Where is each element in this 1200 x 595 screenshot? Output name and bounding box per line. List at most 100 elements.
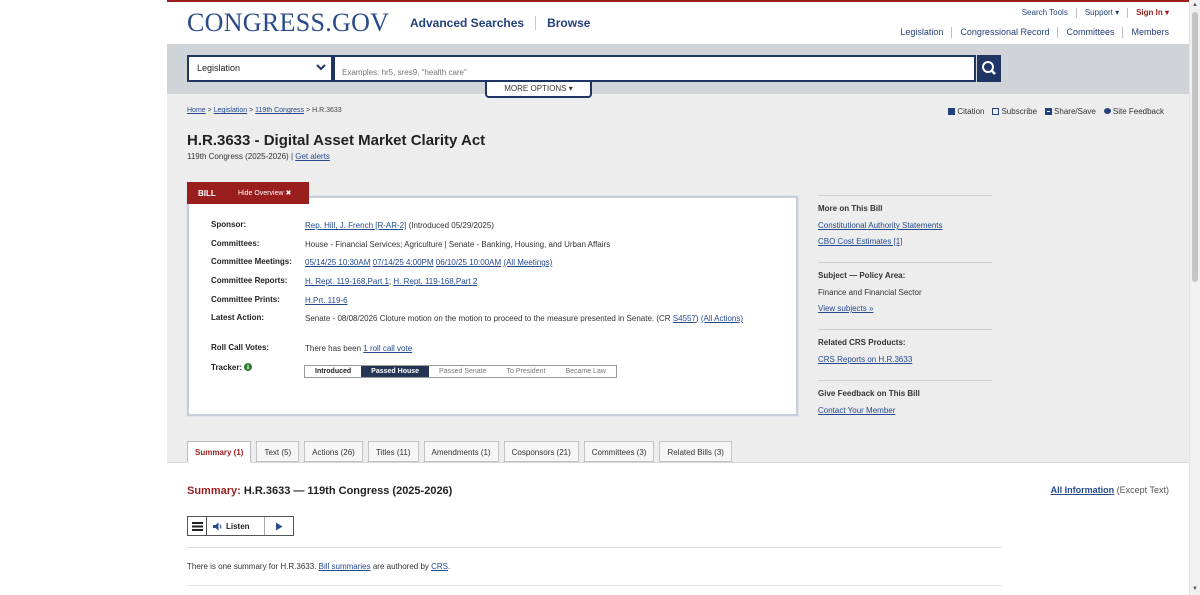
collection-select[interactable]: Legislation: [187, 55, 333, 82]
chevron-down-icon: [316, 64, 326, 71]
meeting-link[interactable]: 05/14/25 10:30AM: [305, 258, 370, 267]
sponsor-link[interactable]: Rep. Hill, J. French [R-AR-2]: [305, 221, 406, 230]
bill-tracker: Introduced Passed House Passed Senate To…: [304, 365, 617, 378]
scrollbar[interactable]: ▲ ▼: [1189, 0, 1200, 595]
breadcrumb-congress[interactable]: 119th Congress: [255, 107, 304, 114]
except-text-label: (Except Text): [1114, 485, 1169, 495]
latest-action-text: Senate - 08/08/2026 Cloture motion on th…: [305, 314, 673, 323]
all-info-block: All Information (Except Text): [1051, 485, 1169, 495]
tab-committees[interactable]: Committees (3): [583, 441, 655, 462]
summary-note-b: are authored by: [370, 562, 432, 571]
rail-divider: [818, 262, 992, 263]
citation-tool[interactable]: Citation: [948, 107, 984, 116]
all-information-link[interactable]: All Information: [1051, 485, 1115, 495]
speaker-icon: [213, 522, 222, 530]
bill-subtitle: 119th Congress (2025-2026) | Get alerts: [187, 152, 330, 161]
summary-note: There is one summary for H.R.3633. Bill …: [187, 562, 450, 571]
utility-nav: Search Tools Support ▾ Sign In ▾: [1014, 8, 1169, 18]
top-accent-line: [167, 0, 1189, 2]
committees-row: Committees: House - Financial Services; …: [211, 239, 755, 250]
latest-action-value: Senate - 08/08/2026 Cloture motion on th…: [305, 313, 750, 324]
subject-heading: Subject — Policy Area:: [818, 271, 906, 280]
nav-support[interactable]: Support ▾: [1075, 8, 1127, 18]
scroll-up-icon[interactable]: ▲: [1192, 1, 1198, 9]
nav-congressional-record[interactable]: Congressional Record: [951, 27, 1057, 38]
meeting-link[interactable]: 06/10/25 10:00AM: [436, 258, 501, 267]
nav-legislation[interactable]: Legislation: [892, 27, 951, 38]
all-meetings-link[interactable]: (All Meetings): [503, 258, 552, 267]
cr-link[interactable]: S4557: [673, 314, 696, 323]
report-link[interactable]: H. Rept. 119-168,Part 2: [393, 277, 477, 286]
nav-advanced-searches[interactable]: Advanced Searches: [410, 16, 535, 30]
page: CONGRESS.GOV Advanced Searches Browse Se…: [167, 0, 1189, 595]
breadcrumb-legislation[interactable]: Legislation: [214, 107, 247, 114]
content-tabs: Summary (1) Text (5) Actions (26) Titles…: [187, 441, 737, 463]
tab-text[interactable]: Text (5): [256, 441, 300, 462]
subscribe-tool[interactable]: Subscribe: [992, 107, 1037, 116]
site-feedback-tool[interactable]: Site Feedback: [1103, 107, 1164, 116]
roll-call-text: There has been: [305, 344, 364, 353]
reports-row: Committee Reports: H. Rept. 119-168,Part…: [211, 276, 755, 287]
share-save-tool[interactable]: Share/Save: [1045, 107, 1096, 116]
tracker-label-wrap: Tracker:: [211, 363, 305, 372]
section-nav: Legislation Congressional Record Committ…: [892, 27, 1169, 38]
meeting-link[interactable]: 07/14/25 4:00PM: [373, 258, 434, 267]
prints-label: Committee Prints:: [211, 295, 280, 304]
more-options-button[interactable]: MORE OPTIONS ▾: [485, 82, 592, 98]
reports-sep: ;: [388, 277, 392, 286]
listen-button[interactable]: Listen: [207, 517, 265, 535]
tab-summary[interactable]: Summary (1): [187, 441, 252, 463]
overview-tab: BILL Hide Overview ✖: [187, 182, 309, 204]
play-icon: [276, 522, 283, 530]
tracker-row: Tracker:: [211, 363, 305, 372]
breadcrumb-current: H.R.3633: [312, 107, 342, 114]
bill-summaries-link[interactable]: Bill summaries: [319, 562, 371, 571]
tab-cosponsors[interactable]: Cosponsors (21): [503, 441, 579, 462]
cbo-cost-link[interactable]: CBO Cost Estimates [1]: [818, 237, 902, 246]
nav-committees[interactable]: Committees: [1057, 27, 1122, 38]
view-subjects-link[interactable]: View subjects »: [818, 304, 873, 313]
nav-sign-in[interactable]: Sign In ▾: [1127, 8, 1169, 18]
site-feedback-label: Site Feedback: [1112, 107, 1164, 116]
crs-link[interactable]: CRS: [431, 562, 448, 571]
tracker-step-introduced: Introduced: [315, 368, 352, 375]
tab-titles[interactable]: Titles (11): [367, 441, 419, 462]
tab-related-bills[interactable]: Related Bills (3): [659, 441, 732, 462]
constitutional-authority-link[interactable]: Constitutional Authority Statements: [818, 221, 943, 230]
citation-label: Citation: [957, 107, 985, 116]
sponsor-label: Sponsor:: [211, 220, 247, 229]
tab-amendments[interactable]: Amendments (1): [423, 441, 499, 462]
sponsor-row: Sponsor: Rep. Hill, J. French [R-AR-2] (…: [211, 220, 755, 231]
all-actions-link[interactable]: (All Actions): [701, 314, 743, 323]
tab-actions[interactable]: Actions (26): [304, 441, 363, 462]
more-on-bill-heading: More on This Bill: [818, 204, 883, 213]
rail-divider: [818, 380, 992, 381]
player-menu-button[interactable]: [188, 517, 207, 535]
reports-label: Committee Reports:: [211, 276, 288, 285]
summary-heading-text: H.R.3633 — 119th Congress (2025-2026): [240, 485, 453, 497]
scrollbar-thumb[interactable]: [1192, 12, 1198, 282]
search-button[interactable]: [977, 55, 1001, 82]
get-alerts-link[interactable]: Get alerts: [295, 152, 330, 161]
meetings-row: Committee Meetings: 05/14/25 10:30AM 07/…: [211, 257, 755, 268]
summary-heading: Summary: H.R.3633 — 119th Congress (2025…: [187, 485, 452, 497]
roll-call-link[interactable]: 1 roll call vote: [363, 344, 412, 353]
nav-members[interactable]: Members: [1122, 27, 1169, 38]
scroll-down-icon[interactable]: ▼: [1192, 585, 1198, 593]
print-link[interactable]: H.Prt. 119-6: [305, 296, 348, 305]
site-logo[interactable]: CONGRESS.GOV: [187, 8, 389, 38]
report-link[interactable]: H. Rept. 119-168,Part 1: [305, 277, 389, 286]
contact-member-link[interactable]: Contact Your Member: [818, 406, 895, 415]
search-input[interactable]: [333, 55, 976, 82]
search-icon: [982, 61, 996, 75]
breadcrumb-home[interactable]: Home: [187, 107, 206, 114]
info-icon[interactable]: [244, 363, 253, 371]
breadcrumb-sep: >: [249, 107, 254, 114]
tracker-step-passed-senate: Passed Senate: [439, 368, 487, 375]
play-button[interactable]: [265, 517, 293, 535]
nav-search-tools[interactable]: Search Tools: [1014, 8, 1076, 18]
nav-browse[interactable]: Browse: [535, 16, 601, 30]
hide-overview-button[interactable]: Hide Overview ✖: [238, 189, 291, 197]
meetings-value: 05/14/25 10:30AM 07/14/25 4:00PM 06/10/2…: [305, 257, 755, 268]
crs-reports-link[interactable]: CRS Reports on H.R.3633: [818, 355, 912, 364]
